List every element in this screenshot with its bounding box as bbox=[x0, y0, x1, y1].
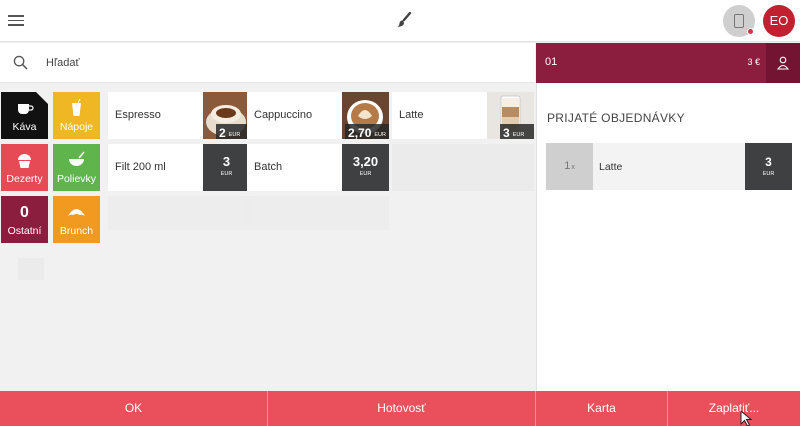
order-panel: PRIJATÉ OBJEDNÁVKY 1x Latte 3 EUR bbox=[536, 83, 800, 391]
product-name: Cappuccino bbox=[254, 109, 313, 121]
item-name: Latte bbox=[599, 161, 623, 173]
product-filt-200ml[interactable]: Filt 200 ml 3 EUR bbox=[108, 144, 250, 191]
notification-dot bbox=[747, 28, 754, 35]
order-number: 01 bbox=[545, 56, 558, 68]
product-batch[interactable]: Batch 3,20 EUR bbox=[247, 144, 389, 191]
search-bar bbox=[0, 43, 535, 83]
item-price: 3 EUR bbox=[745, 143, 792, 190]
product-espresso[interactable]: Espresso 2 EUR bbox=[108, 92, 250, 140]
order-header[interactable]: 01 3 € bbox=[536, 43, 800, 83]
croissant-icon bbox=[68, 209, 85, 216]
order-total: 3 € bbox=[747, 57, 760, 67]
product-latte[interactable]: Latte 3 EUR bbox=[392, 92, 534, 140]
mouse-cursor-icon bbox=[740, 411, 753, 426]
category-brunch[interactable]: Brunch bbox=[53, 196, 100, 243]
person-icon bbox=[777, 56, 790, 70]
category-label: Dezerty bbox=[6, 173, 43, 185]
user-avatar[interactable]: EO bbox=[763, 5, 795, 37]
top-bar: EO bbox=[0, 0, 800, 42]
empty-slot bbox=[18, 258, 44, 280]
product-price-tag: 2 EUR bbox=[216, 124, 250, 140]
category-dezerty[interactable]: Dezerty bbox=[1, 144, 48, 191]
empty-product-slot bbox=[247, 196, 389, 230]
assign-customer-button[interactable] bbox=[766, 43, 800, 83]
product-name: Batch bbox=[254, 161, 283, 173]
empty-product-slot bbox=[392, 144, 534, 191]
hamburger-menu-icon[interactable] bbox=[8, 12, 24, 28]
category-napoje[interactable]: Nápoje bbox=[53, 92, 100, 139]
order-line-item[interactable]: 1x Latte 3 EUR bbox=[546, 143, 792, 190]
product-price-tag: 3 EUR bbox=[500, 124, 534, 140]
coffee-cup-icon bbox=[18, 104, 34, 114]
product-name: Filt 200 ml bbox=[115, 161, 166, 173]
tablet-device-button[interactable] bbox=[723, 5, 755, 37]
drink-cup-icon bbox=[72, 99, 81, 116]
tablet-icon bbox=[734, 14, 744, 28]
search-input[interactable] bbox=[46, 54, 346, 72]
category-polievky[interactable]: Polievky bbox=[53, 144, 100, 191]
product-price-tag: 2,70 EUR bbox=[345, 124, 389, 140]
product-cappuccino[interactable]: Cappuccino 2,70 EUR bbox=[247, 92, 389, 140]
category-ostatni[interactable]: 0 Ostatní bbox=[1, 196, 48, 243]
action-bar: OK Hotovosť Karta Zaplatiť... bbox=[0, 391, 800, 426]
category-label: Ostatní bbox=[7, 225, 42, 237]
paint-brush-icon[interactable] bbox=[396, 12, 412, 28]
cash-button[interactable]: Hotovosť bbox=[268, 391, 536, 426]
category-kava[interactable]: Káva bbox=[1, 92, 48, 139]
category-label: Nápoje bbox=[59, 121, 94, 133]
pay-button[interactable]: Zaplatiť... bbox=[668, 391, 800, 426]
zero-digit: 0 bbox=[20, 204, 29, 221]
product-name: Espresso bbox=[115, 109, 161, 121]
ok-button[interactable]: OK bbox=[0, 391, 268, 426]
cupcake-icon bbox=[18, 154, 31, 168]
product-price-box: 3 EUR bbox=[203, 144, 250, 191]
category-label: Brunch bbox=[59, 225, 94, 237]
search-icon bbox=[13, 55, 28, 70]
category-label: Polievky bbox=[56, 173, 97, 185]
product-price-box: 3,20 EUR bbox=[342, 144, 389, 191]
section-title: PRIJATÉ OBJEDNÁVKY bbox=[547, 111, 685, 125]
empty-product-slot bbox=[108, 196, 250, 230]
soup-bowl-icon bbox=[69, 151, 85, 166]
category-label: Káva bbox=[12, 121, 37, 133]
item-quantity: 1x bbox=[546, 143, 593, 190]
product-name: Latte bbox=[399, 109, 424, 121]
card-button[interactable]: Karta bbox=[536, 391, 668, 426]
